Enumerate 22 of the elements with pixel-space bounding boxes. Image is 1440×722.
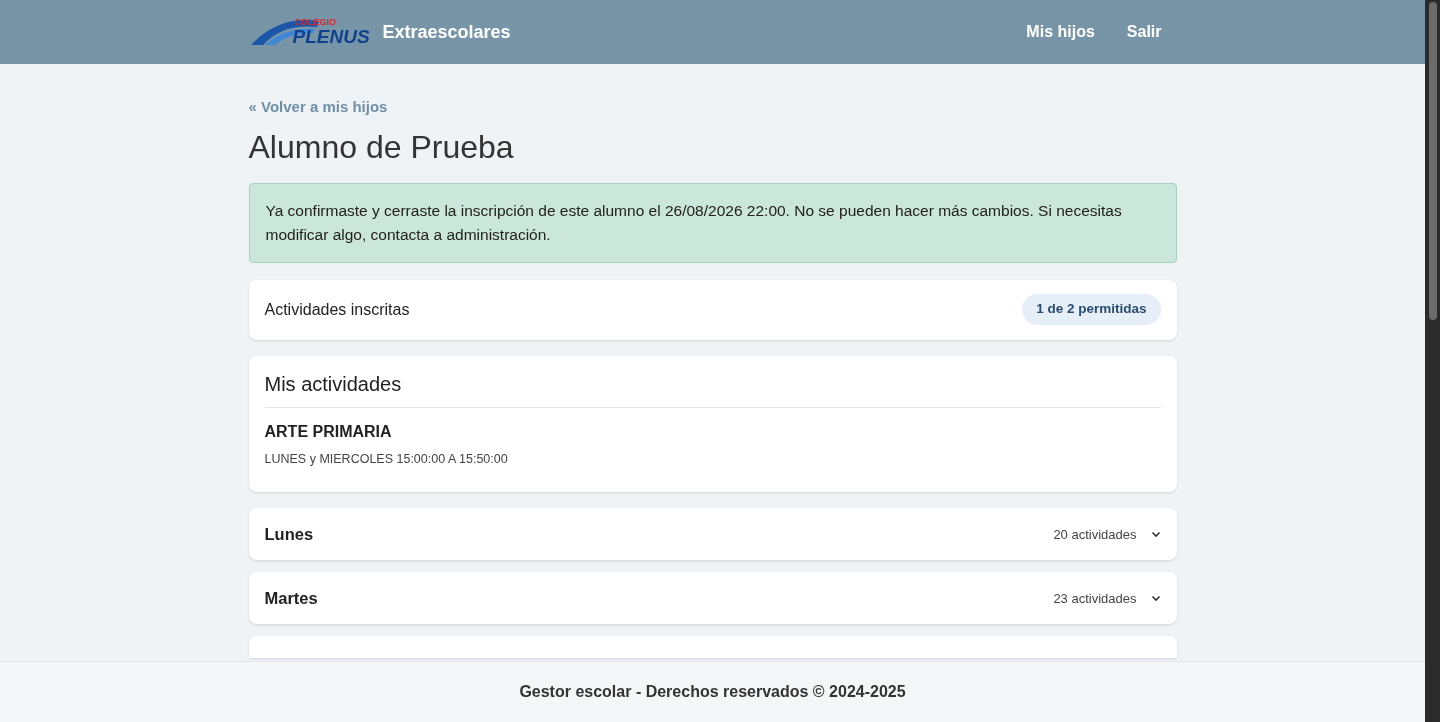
- student-name: Alumno de Prueba: [248, 127, 515, 167]
- day-accordion[interactable]: Lunes 20 actividades: [248, 508, 1177, 561]
- scrollbar[interactable]: [1425, 0, 1440, 722]
- activity-count: 20 actividades: [1053, 525, 1137, 544]
- day-name: Martes: [264, 587, 318, 609]
- activity-name: ARTE PRIMARIA: [264, 421, 393, 442]
- nav-link[interactable]: Mis hijos: [1026, 20, 1095, 44]
- info-alert: Ya confirmaste y cerraste la inscripción de este alumno el 26/08/2026 22:00. No se pueden hacer más cambios. Si necesitas modificar algo, contacta a administración.: [248, 182, 1177, 263]
- chevron-icon: [1150, 593, 1161, 604]
- footer-text: Gestor escolar - Derechos reservados © 2024-2025: [519, 682, 906, 702]
- chevron-icon: [1150, 529, 1161, 540]
- nav-link[interactable]: Salir: [1126, 20, 1162, 44]
- day-name: Lunes: [264, 523, 314, 545]
- day-accordion[interactable]: Martes 23 actividades: [248, 572, 1177, 625]
- school-logo: COLEGIO PLENUS: [248, 17, 371, 47]
- app-title: Extraescolares: [382, 20, 511, 44]
- back-link[interactable]: « Volver a mis hijos: [248, 96, 388, 119]
- enrolled-count: 1 de 2 permitidas: [1022, 294, 1161, 325]
- card-title: Mis actividades: [264, 368, 1161, 408]
- enrolled-label: Actividades inscritas: [264, 299, 410, 320]
- activity-schedule: LUNES y MIERCOLES 15:00:00 A 15:50:00: [264, 450, 509, 468]
- activity-count: 23 actividades: [1053, 589, 1137, 608]
